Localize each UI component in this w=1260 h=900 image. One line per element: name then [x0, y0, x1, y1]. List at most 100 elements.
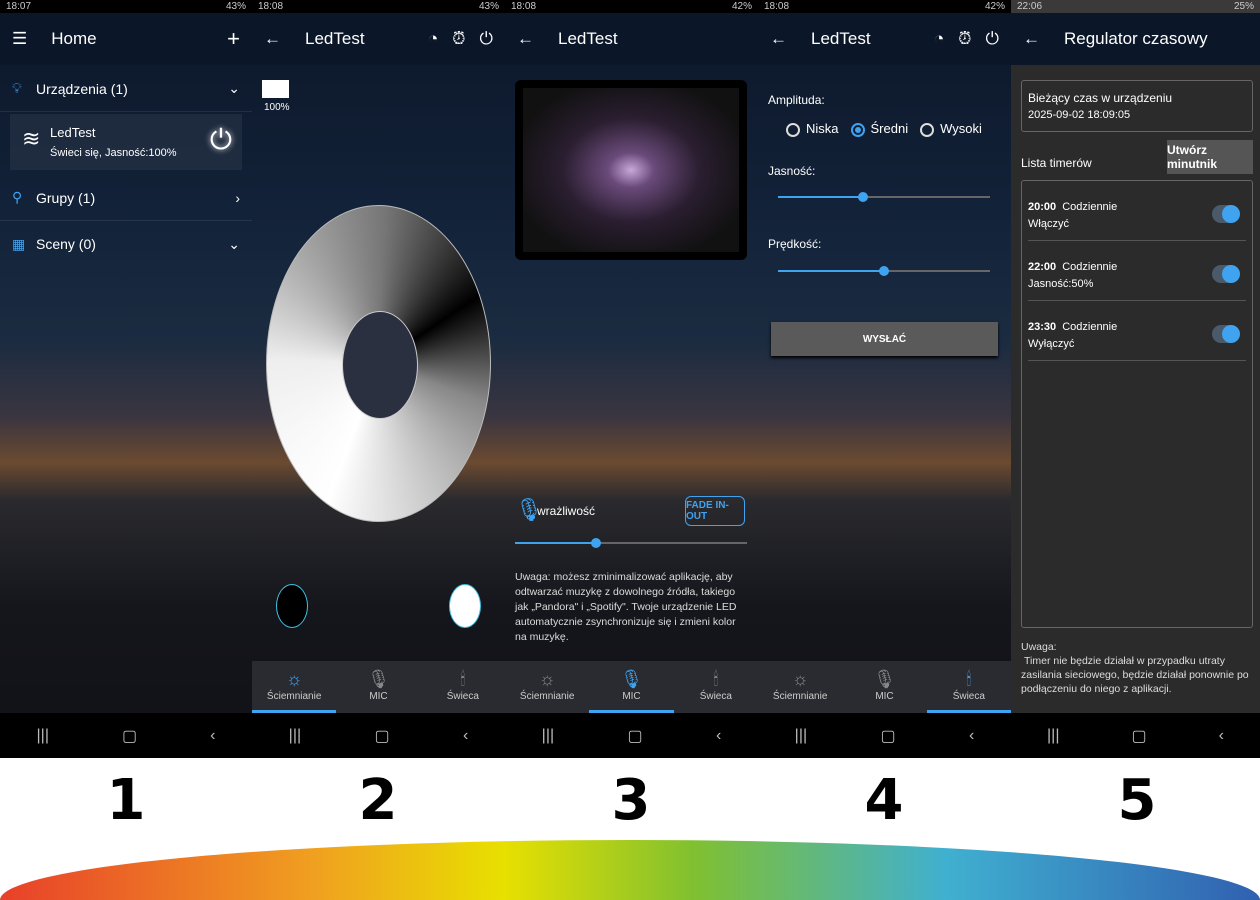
radio-low[interactable]: Niska — [786, 121, 839, 137]
menu-icon[interactable]: ☰ — [12, 29, 27, 49]
home-button[interactable]: ▢ — [375, 726, 390, 746]
system-nav: ||| ▢ ‹ — [1011, 713, 1260, 758]
recents-button[interactable]: ||| — [289, 727, 301, 745]
option-label: Wysoki — [940, 121, 982, 136]
back-button[interactable]: ‹ — [1219, 727, 1224, 745]
sensitivity-label: wrażliwość — [537, 504, 596, 518]
tab-label: Świeca — [952, 691, 985, 702]
alarm-icon[interactable]: ⏰︎ — [958, 29, 971, 49]
slider-thumb[interactable] — [879, 266, 889, 276]
tab-candle[interactable]: 🕯︎ Świeca — [421, 661, 505, 713]
home-button[interactable]: ▢ — [881, 726, 896, 746]
power-icon[interactable]: ⏻ — [480, 29, 493, 49]
sensitivity-slider[interactable] — [515, 538, 747, 548]
amplitude-options: Niska Średni Wysoki — [786, 121, 982, 137]
slider-thumb[interactable] — [857, 192, 868, 202]
waveform-image — [523, 88, 739, 252]
tab-dimming[interactable]: ☼ Ściemnianie — [505, 661, 589, 713]
candle-icon: 🕯︎ — [713, 669, 719, 689]
status-bar: 18:08 42% — [758, 0, 1011, 13]
back-arrow-icon[interactable]: ← — [1023, 29, 1040, 49]
note-text: Timer nie będzie działał w przypadku utr… — [1021, 655, 1249, 695]
timer-list-label: Lista timerów — [1021, 156, 1092, 170]
recents-button[interactable]: ||| — [795, 727, 807, 745]
tab-mic[interactable]: 🎙︎ MIC — [336, 661, 420, 713]
radio-circle — [920, 122, 935, 137]
tab-candle[interactable]: 🕯︎ Świeca — [926, 661, 1011, 713]
bulb-icon: 💡︎ — [12, 80, 22, 96]
timer-toggle[interactable] — [1212, 325, 1240, 343]
alarm-icon[interactable]: ⏰︎ — [452, 29, 465, 49]
tab-label: Ściemnianie — [266, 691, 322, 702]
timer-list: 20:00 Codziennie Włączyć 22:00 Codziennie J… — [1021, 180, 1253, 628]
tab-label: Świeca — [699, 691, 732, 702]
current-time-value: 2025-09-02 18:09:05 — [1028, 109, 1131, 121]
timer-time: 22:00 — [1028, 261, 1057, 273]
slider-thumb[interactable] — [591, 538, 602, 548]
home-button[interactable]: ▢ — [122, 726, 137, 746]
add-icon[interactable]: + — [227, 26, 240, 52]
tab-candle[interactable]: 🕯︎ Świeca — [674, 661, 758, 713]
section-scenes[interactable]: ▦ Sceny (0) ⌄ — [0, 221, 252, 267]
radio-medium[interactable]: Średni — [850, 121, 908, 137]
back-button[interactable]: ‹ — [969, 727, 974, 745]
timer-toggle[interactable] — [1212, 205, 1240, 223]
power-icon[interactable]: ⏻ — [986, 29, 999, 49]
tab-dimming[interactable]: ☼ Ściemnianie — [252, 661, 337, 713]
timer-icon[interactable]: ◔ — [934, 29, 944, 49]
home-button[interactable]: ▢ — [1131, 726, 1146, 746]
back-arrow-icon[interactable]: ← — [264, 29, 281, 49]
candle-icon: 🕯︎ — [966, 669, 972, 689]
white-preset-button[interactable] — [449, 584, 481, 628]
timer-toggle[interactable] — [1212, 265, 1240, 283]
brightness-slider[interactable] — [778, 192, 990, 202]
recents-button[interactable]: ||| — [37, 727, 49, 745]
back-button[interactable]: ‹ — [716, 727, 721, 745]
timer-row[interactable]: 20:00 Codziennie Włączyć — [1028, 181, 1246, 241]
power-icon[interactable]: ⏻ — [210, 124, 232, 157]
back-button[interactable]: ‹ — [210, 727, 215, 745]
recents-button[interactable]: ||| — [542, 727, 554, 745]
scenes-icon: ▦ — [12, 235, 26, 252]
radio-circle — [786, 122, 800, 137]
step-number: 2 — [358, 768, 398, 833]
speed-slider[interactable] — [778, 266, 990, 276]
brightness-swatch — [262, 80, 289, 98]
status-bar: 22:06 25% — [1011, 0, 1260, 13]
step-number: 3 — [611, 768, 651, 833]
back-button[interactable]: ‹ — [463, 727, 468, 745]
device-status: Świeci się, Jasność:100% — [50, 147, 177, 159]
sun-icon: ☼ — [791, 669, 809, 689]
page-title: LedTest — [305, 29, 365, 48]
app-header: ☰ Home + — [0, 13, 252, 65]
current-time-label: Bieżący czas w urządzeniu — [1028, 91, 1173, 105]
status-bar: 18:07 43% — [0, 0, 252, 13]
send-button[interactable]: WYSŁAĆ — [771, 322, 998, 356]
section-groups[interactable]: ⚲ Grupy (1) › — [0, 175, 252, 221]
timer-icon[interactable]: ◔ — [428, 29, 438, 49]
timer-time: 23:30 — [1028, 321, 1057, 333]
timer-repeat: Codziennie — [1062, 201, 1118, 213]
black-preset-button[interactable] — [276, 584, 308, 628]
timer-row[interactable]: 23:30 Codziennie Wyłączyć — [1028, 301, 1246, 361]
device-card[interactable]: ≋ LedTest Świeci się, Jasność:100% ⏻ — [10, 114, 242, 170]
timer-row[interactable]: 22:00 Codziennie Jasność:50% — [1028, 241, 1246, 301]
system-nav: ||| ▢ ‹ — [252, 713, 505, 758]
fade-in-out-button[interactable]: FADE IN-OUT — [685, 496, 745, 526]
radio-high[interactable]: Wysoki — [920, 121, 982, 137]
recents-button[interactable]: ||| — [1047, 727, 1059, 745]
section-devices[interactable]: 💡︎ Urządzenia (1) ⌄ — [0, 66, 252, 112]
create-timer-button[interactable]: Utwórz minutnik — [1167, 140, 1253, 174]
tab-mic[interactable]: 🎙︎ MIC — [589, 661, 674, 713]
tab-dimming[interactable]: ☼ Ściemnianie — [758, 661, 842, 713]
back-arrow-icon[interactable]: ← — [770, 29, 787, 49]
note-title: Uwaga: — [1021, 641, 1057, 653]
timer-repeat: Codziennie — [1062, 321, 1118, 333]
app-header: ← LedTest — [505, 13, 758, 65]
tab-mic[interactable]: 🎙︎ MIC — [842, 661, 926, 713]
tab-label: MIC — [622, 691, 641, 702]
page-title: Regulator czasowy — [1064, 29, 1208, 48]
back-arrow-icon[interactable]: ← — [517, 29, 534, 49]
home-button[interactable]: ▢ — [628, 726, 643, 746]
dimming-wheel[interactable] — [266, 205, 491, 522]
